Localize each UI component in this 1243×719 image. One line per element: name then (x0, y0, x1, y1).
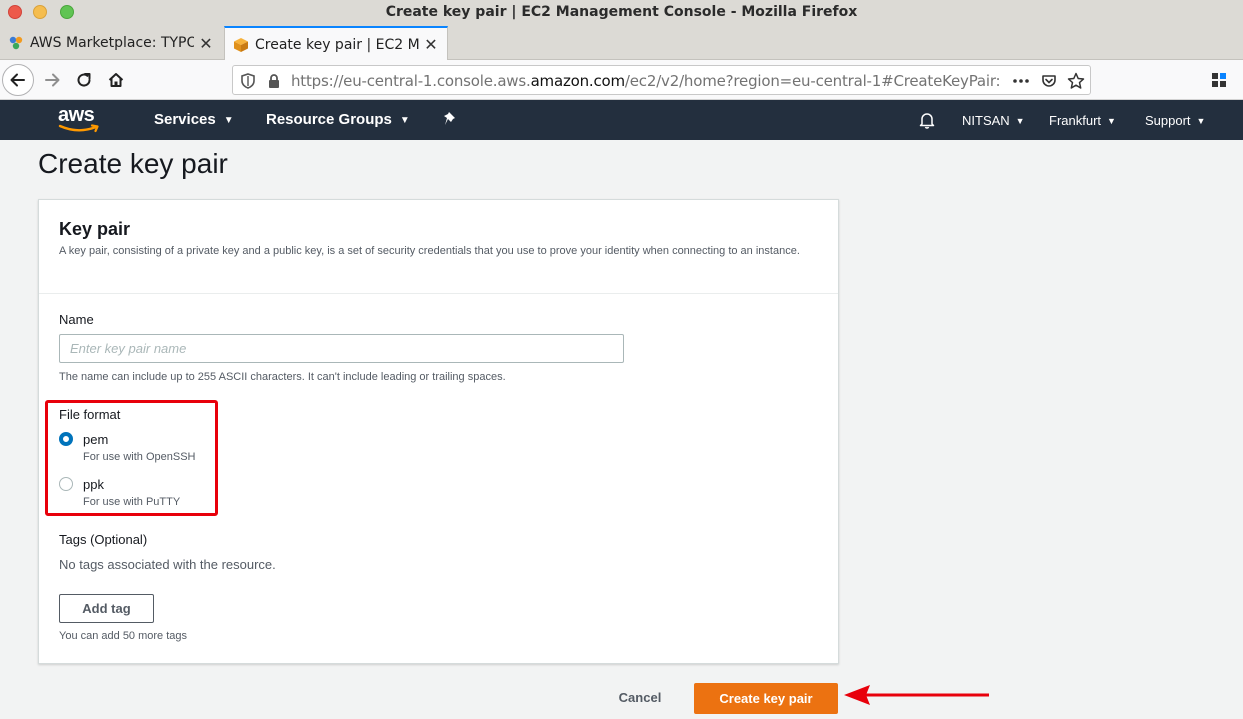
add-tag-button[interactable]: Add tag (59, 594, 154, 623)
panel-title: Key pair (59, 219, 131, 239)
tab-label: Create key pair | EC2 Management Console (255, 36, 419, 53)
home-button[interactable] (100, 64, 132, 96)
extensions-button[interactable] (1203, 64, 1235, 96)
chevron-down-icon: ▼ (399, 115, 410, 126)
ppk-label[interactable]: ppk (83, 477, 104, 492)
tab-create-key-pair[interactable]: Create key pair | EC2 Management Console… (224, 26, 448, 61)
tags-hint: You can add 50 more tags (59, 630, 188, 642)
tags-empty-text: No tags associated with the resource. (59, 557, 276, 572)
pocket-icon[interactable] (1040, 72, 1058, 90)
forward-arrow-icon (45, 73, 60, 87)
address-bar[interactable]: https://eu-central-1.console.aws.amazon.… (232, 65, 1091, 95)
chevron-down-icon: ▼ (223, 115, 234, 126)
back-arrow-icon (10, 73, 25, 87)
window-title: Create key pair | EC2 Management Console… (385, 4, 858, 20)
resource-groups-label: Resource Groups (266, 111, 392, 128)
region-menu[interactable]: Frankfurt ▼ (1049, 113, 1116, 128)
reload-button[interactable] (68, 64, 100, 96)
pem-radio[interactable] (59, 432, 73, 446)
forward-button[interactable] (36, 64, 68, 96)
extensions-icon (1212, 73, 1226, 87)
services-menu[interactable]: Services ▼ (154, 111, 234, 128)
panel-description: A key pair, consisting of a private key … (59, 245, 800, 257)
account-label: NITSAN (962, 113, 1010, 128)
tags-label: Tags (Optional) (59, 532, 148, 547)
key-pair-panel: Key pair A key pair, consisting of a pri… (38, 199, 839, 664)
url-prefix: https://eu-central-1.console.aws. (291, 72, 531, 90)
support-menu[interactable]: Support ▼ (1145, 113, 1205, 128)
tab-aws-marketplace[interactable]: AWS Marketplace: TYPO3 ✕ (0, 26, 222, 60)
aws-box-favicon-icon (234, 37, 248, 52)
notifications-bell-icon[interactable] (918, 111, 936, 134)
name-hint: The name can include up to 255 ASCII cha… (59, 371, 506, 383)
url-domain: amazon.com (530, 72, 626, 90)
region-label: Frankfurt (1049, 113, 1102, 128)
reload-icon (77, 73, 91, 87)
url-path: /ec2/v2/home?region=eu-central-1#CreateK… (624, 72, 1001, 90)
resource-groups-menu[interactable]: Resource Groups ▼ (266, 111, 410, 128)
annotation-arrow-icon (844, 685, 989, 705)
tracking-shield-icon[interactable] (239, 72, 257, 90)
aws-smile-icon (58, 124, 99, 133)
key-pair-name-input[interactable] (59, 334, 624, 363)
chevron-down-icon: ▼ (1015, 116, 1025, 126)
close-tab-icon[interactable]: ✕ (423, 35, 439, 54)
chevron-down-icon: ▼ (1196, 116, 1206, 126)
cancel-button[interactable]: Cancel (603, 684, 677, 712)
close-tab-icon[interactable]: ✕ (198, 34, 214, 53)
create-key-pair-button[interactable]: Create key pair (694, 683, 838, 714)
window-titlebar: Create key pair | EC2 Management Console… (0, 0, 1243, 26)
page-title: Create key pair (38, 148, 228, 179)
tab-strip: AWS Marketplace: TYPO3 ✕ Create key pair… (0, 26, 1243, 80)
back-button[interactable] (2, 64, 34, 96)
pem-label[interactable]: pem (83, 432, 108, 447)
panel-header: Key pair A key pair, consisting of a pri… (39, 200, 838, 294)
aws-logo-text: aws (58, 104, 95, 126)
lock-icon[interactable] (265, 72, 283, 90)
support-label: Support (1145, 113, 1191, 128)
ppk-radio[interactable] (59, 477, 73, 491)
marketplace-favicon-icon (9, 36, 23, 50)
page-actions-icon[interactable] (1012, 72, 1030, 90)
url-text: https://eu-central-1.console.aws.amazon.… (291, 72, 1001, 90)
aws-logo[interactable]: aws (58, 104, 102, 134)
navigation-toolbar: https://eu-central-1.console.aws.amazon.… (0, 60, 1243, 100)
bookmark-star-icon[interactable] (1067, 72, 1085, 90)
account-menu[interactable]: NITSAN ▼ (962, 113, 1025, 128)
ppk-hint: For use with PuTTY (83, 496, 181, 508)
name-label: Name (59, 312, 94, 327)
services-label: Services (154, 111, 216, 128)
pin-icon[interactable] (443, 111, 459, 134)
home-icon (108, 73, 124, 87)
chevron-down-icon: ▼ (1107, 116, 1116, 126)
tab-label: AWS Marketplace: TYPO3 (30, 35, 194, 51)
aws-console-header: aws Services ▼ Resource Groups ▼ NITSAN ▼ F… (0, 100, 1243, 140)
pem-hint: For use with OpenSSH (83, 451, 196, 463)
file-format-label: File format (59, 407, 121, 422)
